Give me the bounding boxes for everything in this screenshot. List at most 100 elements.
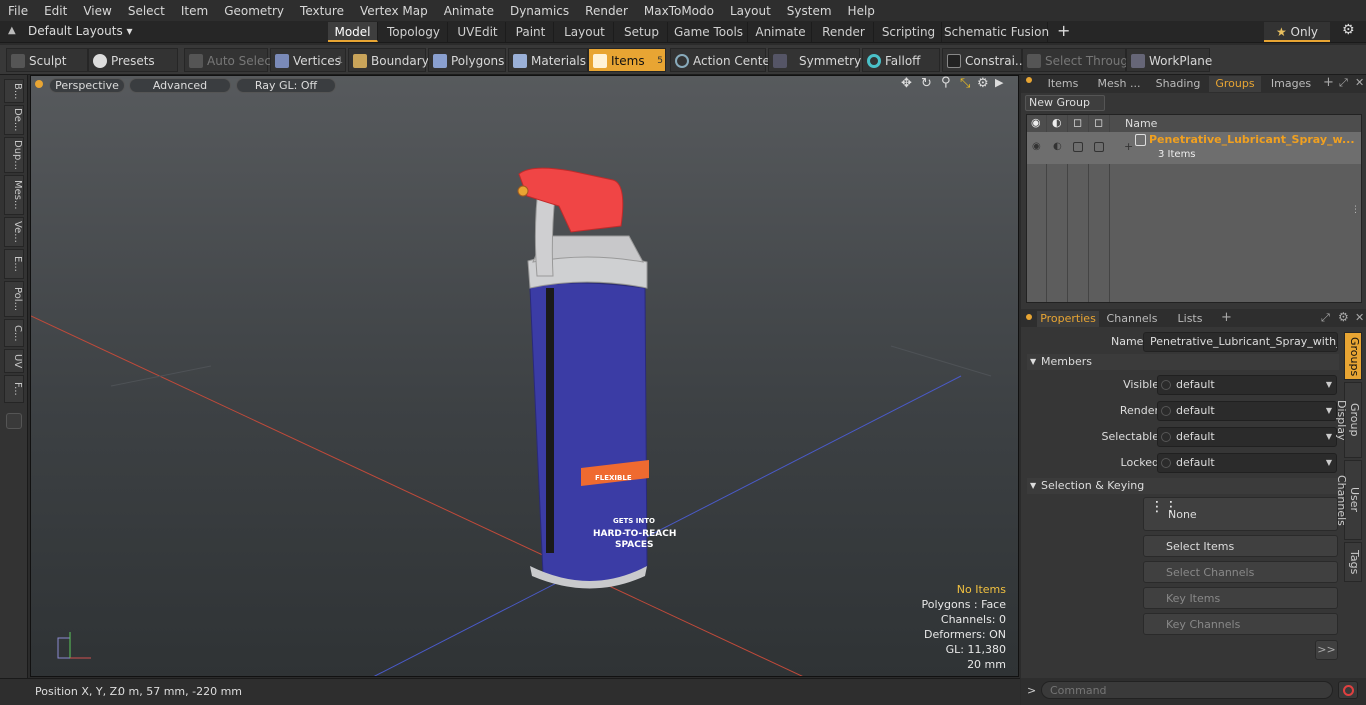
collapse-arrow-icon[interactable]: ▲ <box>8 25 16 36</box>
tab-schematic-fusion[interactable]: Schematic Fusion <box>944 22 1049 42</box>
tab-groups[interactable]: Groups <box>1209 76 1261 92</box>
menu-texture[interactable]: Texture <box>292 4 352 18</box>
tab-layout[interactable]: Layout <box>556 22 614 42</box>
key-channels-button[interactable]: Key Channels <box>1143 613 1338 635</box>
select-through-button[interactable]: Select Through <box>1022 48 1136 72</box>
menu-edit[interactable]: Edit <box>36 4 75 18</box>
layouts-dropdown[interactable]: Default Layouts ▾ <box>28 24 133 38</box>
render-dropdown[interactable]: default ▼ <box>1157 401 1337 421</box>
maximize-icon[interactable]: ⤢ <box>1339 76 1348 90</box>
tab-uvedit[interactable]: UVEdit <box>450 22 506 42</box>
row-lock-checkbox[interactable] <box>1094 142 1104 152</box>
symmetry-button[interactable]: Symmetry <box>768 48 861 72</box>
auto-select-button[interactable]: Auto Select <box>184 48 276 72</box>
menu-layout[interactable]: Layout <box>722 4 779 18</box>
new-group-button[interactable]: New Group <box>1025 95 1105 111</box>
group-row[interactable]: ◉ ◐ + Penetrative_Lubricant_Spray_w... 3… <box>1027 132 1361 164</box>
more-button[interactable]: >> <box>1315 640 1338 660</box>
row-render-icon[interactable]: ◐ <box>1053 141 1062 152</box>
menu-maxtomodo[interactable]: MaxToModo <box>636 4 722 18</box>
left-tab-curve[interactable]: C... <box>4 319 24 347</box>
gear-icon[interactable]: ⚙ <box>1342 22 1355 38</box>
expand-plus-icon[interactable]: + <box>1124 140 1133 153</box>
add-panel-tab-icon[interactable]: + <box>1323 75 1334 90</box>
left-tab-uv[interactable]: UV <box>4 349 24 373</box>
vertices-button[interactable]: Vertices 1 <box>270 48 346 72</box>
name-input[interactable]: Penetrative_Lubricant_Spray_with_Fle <box>1143 332 1338 352</box>
selection-keying-section[interactable]: ▼ Selection & Keying <box>1027 478 1339 494</box>
sculpt-button[interactable]: Sculpt <box>6 48 88 72</box>
properties-close-icon[interactable]: ✕ <box>1355 311 1364 324</box>
menu-select[interactable]: Select <box>120 4 173 18</box>
presets-button[interactable]: Presets <box>88 48 178 72</box>
left-tab-toggle[interactable] <box>6 413 22 429</box>
select-items-button[interactable]: Select Items <box>1143 535 1338 557</box>
add-properties-tab-icon[interactable]: + <box>1221 310 1232 325</box>
select-channels-button[interactable]: Select Channels <box>1143 561 1338 583</box>
menu-file[interactable]: File <box>0 4 36 18</box>
action-center-button[interactable]: Action Center <box>670 48 775 72</box>
menu-item[interactable]: Item <box>173 4 216 18</box>
tab-game-tools[interactable]: Game Tools <box>670 22 748 42</box>
left-tab-duplicate[interactable]: Dup... <box>4 137 24 173</box>
tab-setup[interactable]: Setup <box>616 22 668 42</box>
boundary-button[interactable]: Boundary <box>348 48 429 72</box>
tab-properties[interactable]: Properties <box>1037 311 1099 327</box>
tab-topology[interactable]: Topology <box>380 22 448 42</box>
menu-geometry[interactable]: Geometry <box>216 4 292 18</box>
menu-system[interactable]: System <box>779 4 840 18</box>
select-cube-icon[interactable]: ◻ <box>1073 116 1082 129</box>
groups-list[interactable]: ◉ ◐ ◻ ◻ Name ◉ ◐ + Penetrative_Lubricant… <box>1026 114 1362 303</box>
constraints-button[interactable]: Constrai... <box>942 48 1026 72</box>
left-tab-deform[interactable]: De... <box>4 105 24 135</box>
workplane-button[interactable]: WorkPlane <box>1126 48 1212 72</box>
properties-maximize-icon[interactable]: ⤢ <box>1321 311 1330 325</box>
left-tab-mesh-edit[interactable]: Mes... <box>4 175 24 215</box>
left-tab-edge[interactable]: E... <box>4 249 24 279</box>
tab-channels[interactable]: Channels <box>1103 311 1161 327</box>
items-button[interactable]: Items 5 <box>588 48 666 72</box>
menu-dynamics[interactable]: Dynamics <box>502 4 577 18</box>
tab-shading[interactable]: Shading <box>1149 76 1207 92</box>
menu-vertex-map[interactable]: Vertex Map <box>352 4 436 18</box>
vtab-group-display[interactable]: Group Display <box>1335 382 1362 458</box>
left-tab-polygon[interactable]: Pol... <box>4 281 24 317</box>
tab-lists[interactable]: Lists <box>1167 311 1213 327</box>
row-select-checkbox[interactable] <box>1073 142 1083 152</box>
add-tab-icon[interactable]: + <box>1057 21 1070 40</box>
falloff-button[interactable]: Falloff <box>862 48 940 72</box>
tab-items[interactable]: Items <box>1037 76 1089 92</box>
visible-dropdown[interactable]: default ▼ <box>1157 375 1337 395</box>
vtab-user-channels[interactable]: User Channels <box>1335 460 1362 540</box>
selectable-dropdown[interactable]: default ▼ <box>1157 427 1337 447</box>
eye-icon[interactable]: ◉ <box>1031 116 1041 129</box>
command-input[interactable] <box>1041 681 1333 699</box>
tab-animate[interactable]: Animate <box>750 22 812 42</box>
left-tab-fusion[interactable]: F... <box>4 375 24 403</box>
tab-scripting[interactable]: Scripting <box>876 22 942 42</box>
left-tab-vertex[interactable]: Ve... <box>4 217 24 247</box>
left-tab-basic[interactable]: B... <box>4 79 24 103</box>
tab-images[interactable]: Images <box>1263 76 1319 92</box>
materials-button[interactable]: Materials <box>508 48 588 72</box>
tab-mesh[interactable]: Mesh ... <box>1091 76 1147 92</box>
properties-menu-icon[interactable] <box>1026 314 1032 320</box>
resize-handle-icon[interactable]: ⋮ <box>1351 205 1360 215</box>
tab-paint[interactable]: Paint <box>508 22 554 42</box>
members-section[interactable]: ▼ Members <box>1027 354 1339 370</box>
properties-gear-icon[interactable]: ⚙ <box>1338 310 1349 324</box>
menu-view[interactable]: View <box>75 4 119 18</box>
only-toggle[interactable]: ★ Only <box>1264 22 1330 42</box>
record-button[interactable] <box>1338 681 1358 699</box>
polygons-button[interactable]: Polygons <box>428 48 506 72</box>
tab-render[interactable]: Render <box>814 22 874 42</box>
menu-animate[interactable]: Animate <box>436 4 502 18</box>
lock-cube-icon[interactable]: ◻ <box>1094 116 1103 129</box>
locked-dropdown[interactable]: default ▼ <box>1157 453 1337 473</box>
menu-help[interactable]: Help <box>840 4 883 18</box>
key-items-button[interactable]: Key Items <box>1143 587 1338 609</box>
tab-model[interactable]: Model <box>328 22 378 42</box>
none-selector-button[interactable]: ⋮⋮ None <box>1143 497 1338 531</box>
3d-viewport[interactable]: Perspective Advanced Ray GL: Off ✥ ↻ ⚲ ⤡… <box>30 75 1019 677</box>
menu-render[interactable]: Render <box>577 4 636 18</box>
